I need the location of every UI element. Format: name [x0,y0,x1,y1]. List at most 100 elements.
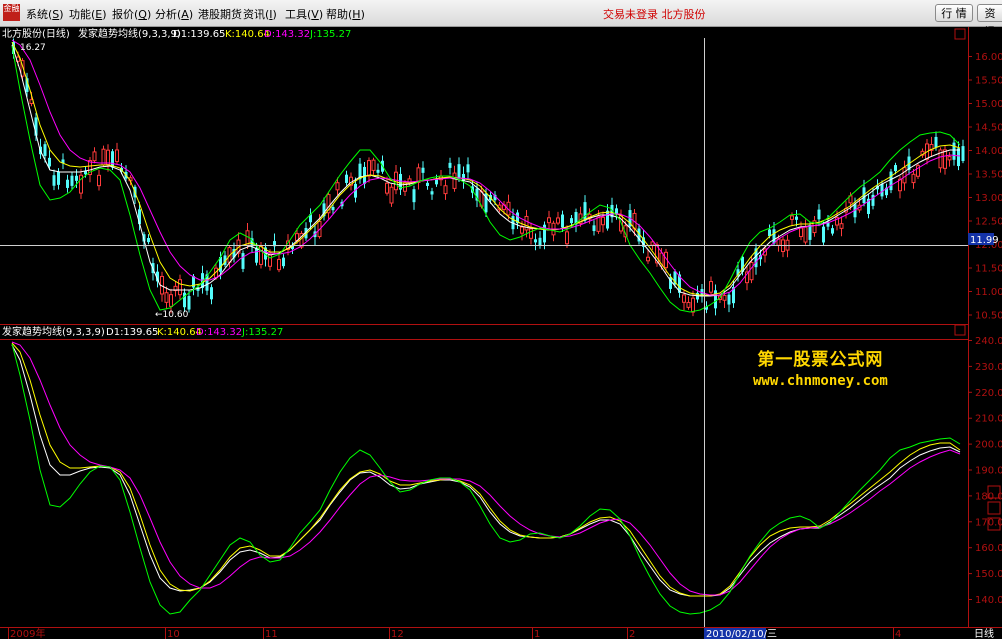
menu-function[interactable]: 功能(E) [69,6,107,22]
x-label-12: 12 [391,629,404,639]
main-y-tick: 11.50 [975,264,1002,275]
cursor-date: 2010/02/10/三 [706,629,777,639]
sub-indicator-label: 发家趋势均线(9,3,3,9) [2,325,105,338]
candle-body [561,214,564,228]
sub-y-tick: 230.00 [975,362,1002,373]
menu-quote[interactable]: 报价(Q) [112,6,151,22]
sub-y-tick: 170.00 [975,517,1002,528]
main-panel-header: 北方股份(日线) 发家趋势均线(9,3,3,9) D1:139.65 K:140… [2,27,351,40]
candle-body [682,294,686,303]
sub-y-tick: 150.00 [975,569,1002,580]
candle-body [583,202,587,221]
candle-body [331,206,335,211]
candle-body [52,175,56,186]
panel-close-box[interactable] [954,28,966,40]
candle-body [520,226,524,234]
main-y-tick: 12.50 [975,217,1002,228]
candle-body [529,228,533,239]
candle-body [795,216,798,220]
d-value: D:143.32 [264,29,310,40]
candle-body [880,183,884,197]
subpanel-close-box[interactable] [954,324,966,336]
candle-body [646,256,650,262]
login-status: 交易未登录 北方股份 [603,8,706,21]
watermark: 第一股票公式网 www.chnmoney.com [753,345,888,389]
sub-y-tick: 160.00 [975,543,1002,554]
candle-body [416,167,421,183]
d1-value: D1:139.65 [173,29,225,40]
menu-tools[interactable]: 工具(V) [285,6,323,22]
x-label-10: 10 [167,629,180,639]
high-marker: 16.27 [20,43,46,53]
candle-body [178,279,182,296]
x-label-2: 2 [629,629,635,639]
main-y-tick: 10.50 [975,311,1002,322]
sub-panel-header: 发家趋势均线(9,3,3,9) D1:139.65 K:140.64 D:143… [2,325,283,338]
candle-body [538,237,542,246]
candle-body [48,157,51,167]
candle-body [367,160,371,177]
candle-body [448,162,452,168]
candle-body [947,156,952,161]
candle-body [957,148,960,167]
chart-area[interactable]: 16.00 15.50 15.00 14.50 14.00 13.50 13.00 12.50… [0,27,1002,639]
candle-body [606,210,609,229]
candle-body [790,215,794,220]
candle-body [934,136,938,148]
candle-body [722,294,727,301]
candle-body [57,171,60,185]
main-line-white [11,44,960,297]
candle-body [615,208,618,214]
candle-body [691,297,695,313]
candle-body [164,292,169,303]
sub-y-tick: 140.00 [975,595,1002,606]
candle-body [66,179,69,188]
candle-body [210,287,213,300]
period-label[interactable]: 日线 [974,627,994,639]
candle-body [592,225,596,232]
main-y-tick: 14.50 [975,123,1002,134]
candle-body [371,159,376,171]
j-value: J:135.27 [309,29,351,40]
indicator-label: 发家趋势均线(9,3,3,9) [78,27,181,40]
scroll-box-2[interactable] [987,501,1001,515]
quote-button[interactable]: 行 情 [935,4,973,22]
candle-body [282,257,285,267]
candle-body [799,227,803,238]
candle-body [452,172,457,189]
menu-system[interactable]: 系统(S) [26,6,64,22]
candle-body [435,179,438,185]
x-label-11: 11 [265,629,278,639]
menu-info[interactable]: 资讯(I) [243,6,277,22]
low-marker: ←10.60 [155,310,189,320]
menu-bar: 金融 系统(S) 功能(E) 报价(Q) 分析(A) 港股期货 资讯(I) 工具… [0,0,1002,38]
candle-body [817,209,821,220]
main-y-axis: 16.00 15.50 15.00 14.50 14.00 13.50 13.00 12.50… [968,52,1002,322]
candle-body [556,217,560,224]
candle-body [389,186,394,204]
candle-body [259,245,263,265]
app-logo: 金融 [3,4,20,21]
candle-body [183,292,186,308]
candle-body [412,189,416,203]
candle-body [871,194,875,206]
candle-body [241,253,245,269]
menu-hk-futures[interactable]: 港股期货 [198,6,242,22]
sub-j-value: J:135.27 [241,327,283,338]
candle-body [952,142,956,160]
candle-body [97,174,101,187]
candle-body [106,149,110,166]
sub-y-tick: 210.00 [975,414,1002,425]
candle-body [803,226,808,243]
stock-title: 北方股份(日线) [2,27,70,40]
candle-body [943,149,947,169]
main-y-tick: 11.00 [975,287,1002,298]
info-button[interactable]: 资 讯 [977,4,1002,38]
candle-body [565,231,569,245]
candle-body [385,182,389,194]
candle-body [601,216,605,226]
candle-body [839,223,844,229]
menu-analysis[interactable]: 分析(A) [155,6,193,22]
candle-body [822,226,825,243]
menu-help[interactable]: 帮助(H) [326,6,365,22]
